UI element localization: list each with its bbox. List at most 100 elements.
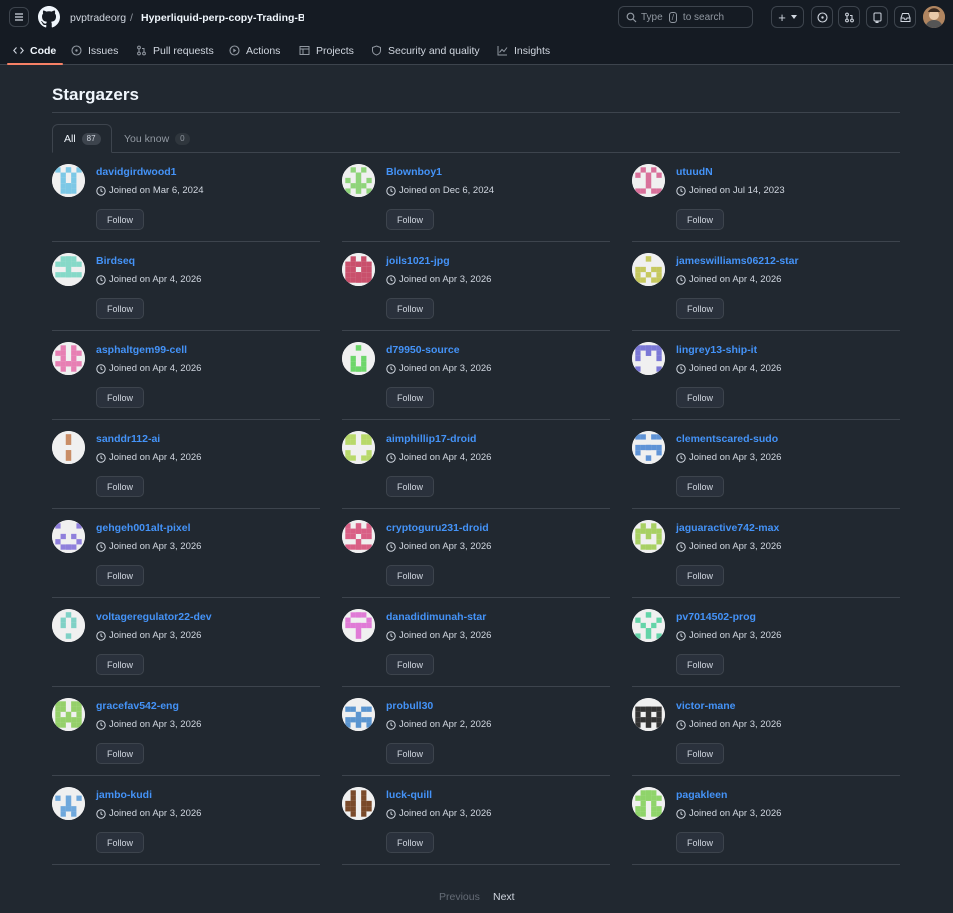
tab-code[interactable]: Code bbox=[6, 36, 64, 65]
username-link[interactable]: utuudN bbox=[676, 166, 713, 178]
follow-button[interactable]: Follow bbox=[96, 476, 145, 497]
avatar[interactable] bbox=[632, 164, 665, 197]
pull-requests-button[interactable] bbox=[838, 6, 860, 28]
avatar[interactable] bbox=[52, 787, 85, 820]
username-link[interactable]: joils1021-jpg bbox=[386, 255, 450, 267]
username-link[interactable]: lingrey13-ship-it bbox=[676, 344, 757, 356]
username-link[interactable]: jaguaractive742-max bbox=[676, 522, 779, 534]
avatar[interactable] bbox=[52, 520, 85, 553]
avatar[interactable] bbox=[342, 431, 375, 464]
repositories-button[interactable] bbox=[866, 6, 888, 28]
follow-button[interactable]: Follow bbox=[676, 387, 725, 408]
follow-button[interactable]: Follow bbox=[96, 209, 145, 230]
follow-button[interactable]: Follow bbox=[676, 654, 725, 675]
username-link[interactable]: sanddr112-ai bbox=[96, 433, 160, 445]
avatar[interactable] bbox=[342, 698, 375, 731]
avatar[interactable] bbox=[52, 431, 85, 464]
follow-button[interactable]: Follow bbox=[386, 209, 435, 230]
username-link[interactable]: pv7014502-prog bbox=[676, 611, 756, 623]
follow-button[interactable]: Follow bbox=[386, 565, 435, 586]
username-link[interactable]: Birdseq bbox=[96, 255, 135, 267]
avatar[interactable] bbox=[342, 609, 375, 642]
username-link[interactable]: d79950-source bbox=[386, 344, 460, 356]
tab-label: Actions bbox=[246, 44, 281, 57]
breadcrumb-separator: / bbox=[130, 12, 133, 24]
username-link[interactable]: voltageregulator22-dev bbox=[96, 611, 212, 623]
avatar[interactable] bbox=[342, 253, 375, 286]
follow-button[interactable]: Follow bbox=[386, 476, 435, 497]
username-link[interactable]: luck-quill bbox=[386, 789, 432, 801]
github-logo[interactable] bbox=[38, 6, 60, 28]
follow-button[interactable]: Follow bbox=[386, 743, 435, 764]
follow-button[interactable]: Follow bbox=[386, 298, 435, 319]
identicon-icon bbox=[342, 431, 375, 464]
avatar[interactable] bbox=[632, 520, 665, 553]
follow-button[interactable]: Follow bbox=[676, 209, 725, 230]
username-link[interactable]: davidgirdwood1 bbox=[96, 166, 177, 178]
username-link[interactable]: pagakleen bbox=[676, 789, 727, 801]
follow-button[interactable]: Follow bbox=[676, 298, 725, 319]
username-link[interactable]: cryptoguru231-droid bbox=[386, 522, 489, 534]
joined-text: Joined on Apr 3, 2026 bbox=[109, 541, 202, 552]
username-link[interactable]: gracefav542-eng bbox=[96, 700, 179, 712]
username-link[interactable]: victor-mane bbox=[676, 700, 736, 712]
inbox-button[interactable] bbox=[894, 6, 916, 28]
avatar[interactable] bbox=[52, 164, 85, 197]
menu-button[interactable] bbox=[9, 7, 29, 27]
tab-pull-requests[interactable]: Pull requests bbox=[136, 36, 214, 65]
tab-issues[interactable]: Issues bbox=[71, 36, 118, 65]
follow-button[interactable]: Follow bbox=[96, 387, 145, 408]
search-input[interactable]: Type / to search bbox=[618, 6, 753, 28]
follow-button[interactable]: Follow bbox=[676, 832, 725, 853]
joined-text: Joined on Apr 4, 2026 bbox=[689, 274, 782, 285]
issues-button[interactable] bbox=[811, 6, 833, 28]
follow-button[interactable]: Follow bbox=[676, 743, 725, 764]
username-link[interactable]: jameswilliams06212-star bbox=[676, 255, 799, 267]
breadcrumb-repo[interactable]: Hyperliquid-perp-copy-Trading-Bot bbox=[141, 11, 304, 25]
avatar[interactable] bbox=[632, 431, 665, 464]
avatar[interactable] bbox=[342, 520, 375, 553]
breadcrumb-owner[interactable]: pvptradeorg bbox=[70, 11, 126, 25]
avatar[interactable] bbox=[52, 698, 85, 731]
create-new-button[interactable]: + bbox=[771, 6, 804, 28]
follow-button[interactable]: Follow bbox=[386, 832, 435, 853]
follow-button[interactable]: Follow bbox=[96, 832, 145, 853]
tab-insights[interactable]: Insights bbox=[497, 36, 550, 65]
joined-date: Joined on Apr 3, 2026 bbox=[96, 630, 201, 641]
avatar[interactable] bbox=[632, 787, 665, 820]
avatar[interactable] bbox=[342, 342, 375, 375]
tab-you-know[interactable]: You know 0 bbox=[124, 124, 190, 153]
username-link[interactable]: probull30 bbox=[386, 700, 433, 712]
follow-button[interactable]: Follow bbox=[96, 743, 145, 764]
user-avatar[interactable] bbox=[923, 6, 945, 28]
username-link[interactable]: asphaltgem99-cell bbox=[96, 344, 187, 356]
username-link[interactable]: aimphillip17-droid bbox=[386, 433, 476, 445]
avatar[interactable] bbox=[632, 253, 665, 286]
username-link[interactable]: clementscared-sudo bbox=[676, 433, 778, 445]
stargazer-card: danadidimunah-star Joined on Apr 3, 2026 F… bbox=[342, 598, 610, 687]
follow-button[interactable]: Follow bbox=[96, 298, 145, 319]
avatar[interactable] bbox=[52, 609, 85, 642]
follow-button[interactable]: Follow bbox=[676, 565, 725, 586]
avatar[interactable] bbox=[342, 787, 375, 820]
avatar[interactable] bbox=[632, 698, 665, 731]
tab-projects[interactable]: Projects bbox=[299, 36, 354, 65]
avatar[interactable] bbox=[342, 164, 375, 197]
tab-actions[interactable]: Actions bbox=[229, 36, 280, 65]
follow-button[interactable]: Follow bbox=[96, 654, 145, 675]
follow-button[interactable]: Follow bbox=[676, 476, 725, 497]
avatar[interactable] bbox=[52, 342, 85, 375]
avatar[interactable] bbox=[52, 253, 85, 286]
avatar[interactable] bbox=[632, 342, 665, 375]
username-link[interactable]: danadidimunah-star bbox=[386, 611, 486, 623]
username-link[interactable]: Blownboy1 bbox=[386, 166, 442, 178]
follow-button[interactable]: Follow bbox=[386, 654, 435, 675]
next-button[interactable]: Next bbox=[493, 891, 515, 903]
tab-security[interactable]: Security and quality bbox=[371, 36, 480, 65]
username-link[interactable]: gehgeh001alt-pixel bbox=[96, 522, 191, 534]
avatar[interactable] bbox=[632, 609, 665, 642]
username-link[interactable]: jambo-kudi bbox=[96, 789, 152, 801]
follow-button[interactable]: Follow bbox=[96, 565, 145, 586]
follow-button[interactable]: Follow bbox=[386, 387, 435, 408]
tab-all[interactable]: All 87 bbox=[52, 124, 112, 153]
